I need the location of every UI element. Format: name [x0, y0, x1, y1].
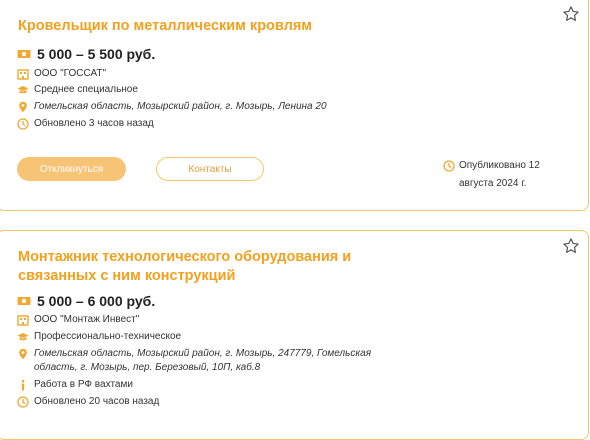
star-icon[interactable]: [562, 5, 580, 23]
graduation-cap-icon: [17, 333, 29, 341]
salary-text: 5 000 – 6 000 руб.: [37, 293, 156, 309]
work-info-text: Работа в РФ вахтами: [34, 379, 133, 390]
vacancy-title[interactable]: Монтажник технологического оборудования …: [18, 248, 418, 286]
salary: 5 000 – 6 000 руб.: [17, 292, 155, 310]
map-pin-icon: [19, 348, 27, 360]
education-row: Профессионально-техническое: [17, 330, 181, 344]
vacancy-card[interactable]: Монтажник технологического оборудования …: [0, 230, 589, 440]
company-name[interactable]: ООО "Монтаж Инвест": [34, 313, 139, 327]
banknote-icon: [17, 297, 31, 305]
published-info: Опубликовано 12 августа 2024 г.: [443, 157, 549, 193]
company-row: ООО "ГОССАТ": [17, 67, 106, 81]
education-text: Среднее специальное: [34, 84, 138, 95]
building-icon: [17, 315, 29, 326]
respond-button[interactable]: Откликнуться: [17, 157, 126, 181]
address-text: Гомельская область, Мозырский район, г. …: [34, 348, 372, 373]
updated-row: Обновлено 20 часов назад: [17, 395, 159, 409]
updated-text: Обновлено 3 часов назад: [34, 118, 154, 129]
salary-text: 5 000 – 5 500 руб.: [37, 46, 156, 62]
address-row: Гомельская область, Мозырский район, г. …: [17, 100, 327, 114]
graduation-cap-icon: [17, 86, 29, 94]
banknote-icon: [17, 50, 31, 58]
education-row: Среднее специальное: [17, 83, 138, 97]
contacts-button[interactable]: Контакты: [156, 157, 264, 181]
address-text: Гомельская область, Мозырский район, г. …: [34, 101, 327, 112]
vacancy-title[interactable]: Кровельщик по металлическим кровлям: [18, 17, 418, 36]
updated-row: Обновлено 3 часов назад: [17, 117, 154, 131]
map-pin-icon: [19, 101, 27, 113]
updated-text: Обновлено 20 часов назад: [34, 396, 160, 407]
published-text: Опубликовано 12 августа 2024 г.: [459, 160, 540, 189]
clock-icon: [17, 118, 29, 130]
info-icon: [21, 379, 25, 391]
clock-icon: [17, 396, 29, 408]
salary: 5 000 – 5 500 руб.: [17, 45, 155, 63]
company-row: ООО "Монтаж Инвест": [17, 313, 139, 327]
clock-icon: [443, 160, 455, 172]
star-icon[interactable]: [562, 237, 580, 255]
vacancy-card[interactable]: Кровельщик по металлическим кровлям 5 00…: [0, 0, 589, 211]
education-text: Профессионально-техническое: [34, 331, 182, 342]
address-row: Гомельская область, Мозырский район, г. …: [17, 347, 397, 375]
work-info-row: Работа в РФ вахтами: [17, 378, 133, 392]
building-icon: [17, 69, 29, 80]
company-name[interactable]: ООО "ГОССАТ": [34, 67, 106, 81]
